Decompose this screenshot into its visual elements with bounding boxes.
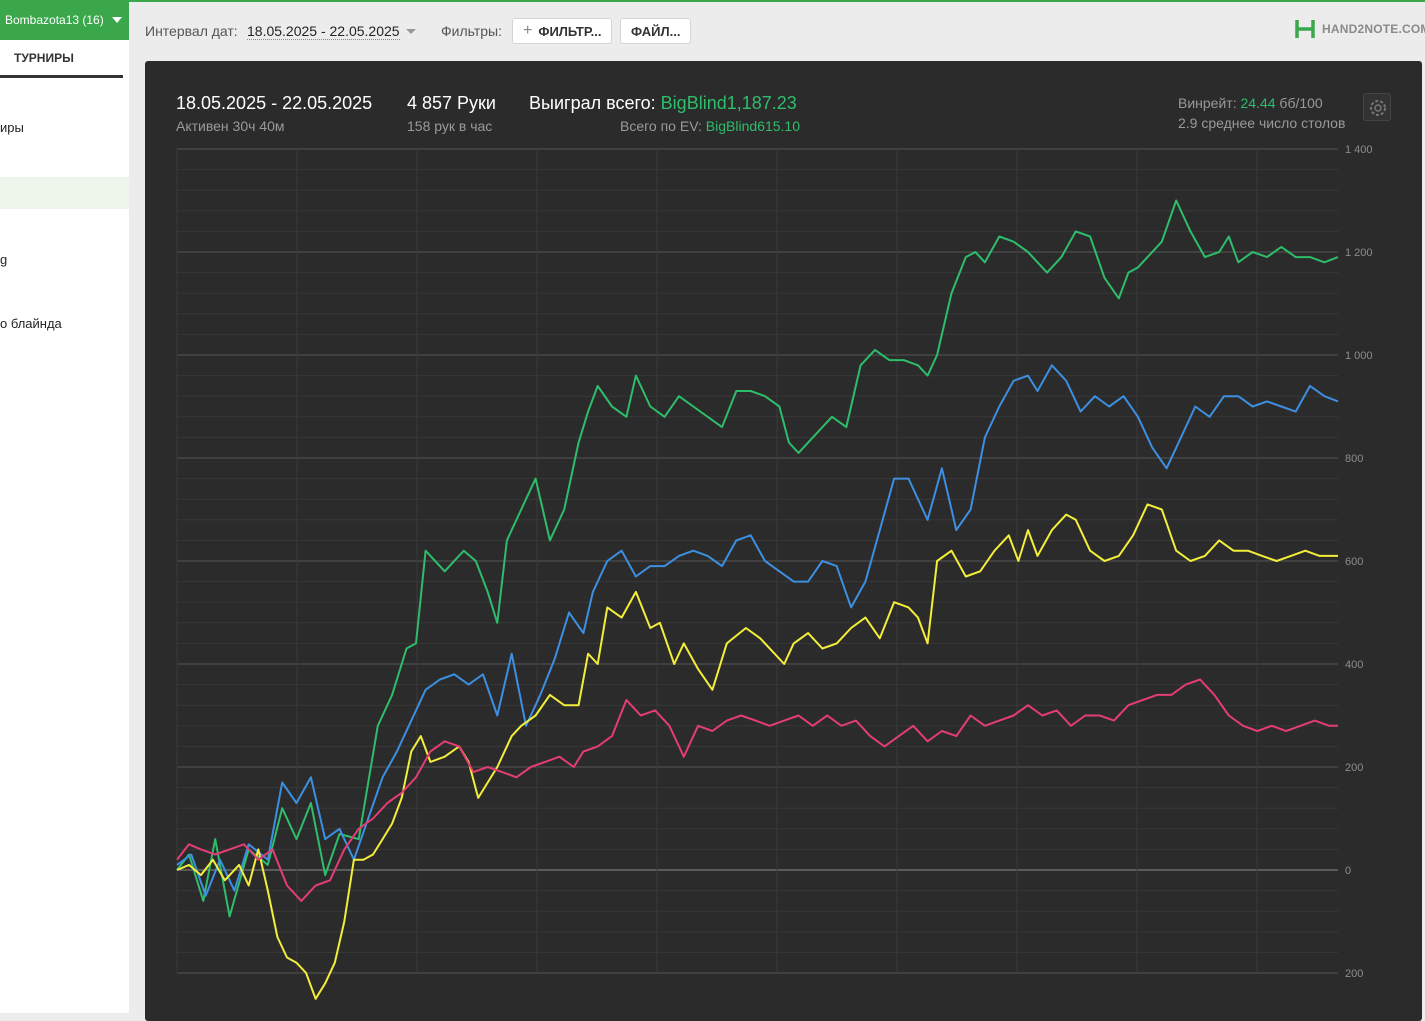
ev-value: BigBlind615.10 <box>705 118 800 134</box>
y-tick-label: 600 <box>1345 556 1363 568</box>
summary-hands-per-hour: 158 рук в час <box>407 118 493 134</box>
sidebar: Bombazota13 (16) ТУРНИРЫ иры g о блайнда <box>0 0 129 1013</box>
y-tick-label: 200 <box>1345 762 1363 774</box>
filter-button-label: ФИЛЬТР... <box>538 23 602 39</box>
y-tick-label: 1 000 <box>1345 350 1373 362</box>
series-line-4 <box>176 678 1338 902</box>
winrate-value: 24.44 <box>1240 95 1276 111</box>
y-tick-label: 1 200 <box>1345 247 1373 259</box>
winrate-unit: бб/100 <box>1279 95 1323 111</box>
sidebar-item-selected[interactable] <box>0 177 129 209</box>
sidebar-item[interactable]: о блайнда <box>0 316 129 331</box>
y-tick-label: 200 <box>1345 968 1363 980</box>
player-selector[interactable]: Bombazota13 (16) <box>0 0 129 40</box>
graph-panel: 1 400 1 200 1 000 800 600 400 200 0 200 18.05.20… <box>145 61 1422 1021</box>
logo-text: HAND2NOTE.COM <box>1322 22 1425 36</box>
filter-button[interactable]: + ФИЛЬТР... <box>512 18 613 44</box>
summary-tables: 2.9 среднее число столов <box>1178 115 1346 131</box>
summary-ev: Всего по EV: BigBlind615.10 <box>620 118 800 134</box>
plus-icon: + <box>523 22 533 39</box>
sidebar-item[interactable]: иры <box>0 120 129 135</box>
summary-won: Выиграл всего: BigBlind1,187.23 <box>529 93 797 114</box>
summary-winrate: Винрейт: 24.44 бб/100 <box>1178 95 1323 111</box>
summary-hands: 4 857 Руки <box>407 93 496 113</box>
y-tick-label: 400 <box>1345 659 1363 671</box>
series-line-3 <box>176 503 1338 1000</box>
date-interval-picker[interactable]: 18.05.2025 - 22.05.2025 <box>247 23 400 40</box>
winrate-label: Винрейт: <box>1178 95 1237 111</box>
accent-line <box>129 0 1425 2</box>
series-line-1 <box>176 199 1339 918</box>
tab-tournaments[interactable]: ТУРНИРЫ <box>0 44 123 78</box>
file-button[interactable]: ФАЙЛ... <box>620 18 692 44</box>
chevron-down-icon[interactable] <box>406 29 416 34</box>
chevron-down-icon <box>111 17 122 23</box>
filters-label: Фильтры: <box>441 23 502 39</box>
y-tick-label: 800 <box>1345 453 1363 465</box>
summary-date-range: 18.05.2025 - 22.05.2025 <box>176 93 373 113</box>
date-interval-label: Интервал дат: <box>145 23 238 39</box>
won-value: BigBlind1,187.23 <box>660 93 797 113</box>
file-button-label: ФАЙЛ... <box>631 23 681 39</box>
profit-chart[interactable]: 1 400 1 200 1 000 800 600 400 200 0 200 <box>145 61 1422 1021</box>
ev-label: Всего по EV: <box>620 118 702 134</box>
sidebar-item[interactable]: g <box>0 252 129 267</box>
y-tick-label: 0 <box>1345 865 1351 877</box>
player-name: Bombazota13 (16) <box>5 13 104 27</box>
won-label: Выиграл всего: <box>529 93 656 113</box>
y-tick-label: 1 400 <box>1345 144 1373 156</box>
summary-active-time: Активен 30ч 40м <box>176 118 285 134</box>
brand-logo: HAND2NOTE.COM <box>1294 18 1425 40</box>
settings-button[interactable] <box>1363 93 1391 121</box>
series-line-2 <box>176 364 1339 897</box>
logo-icon <box>1295 20 1315 38</box>
gear-icon <box>1370 100 1386 116</box>
